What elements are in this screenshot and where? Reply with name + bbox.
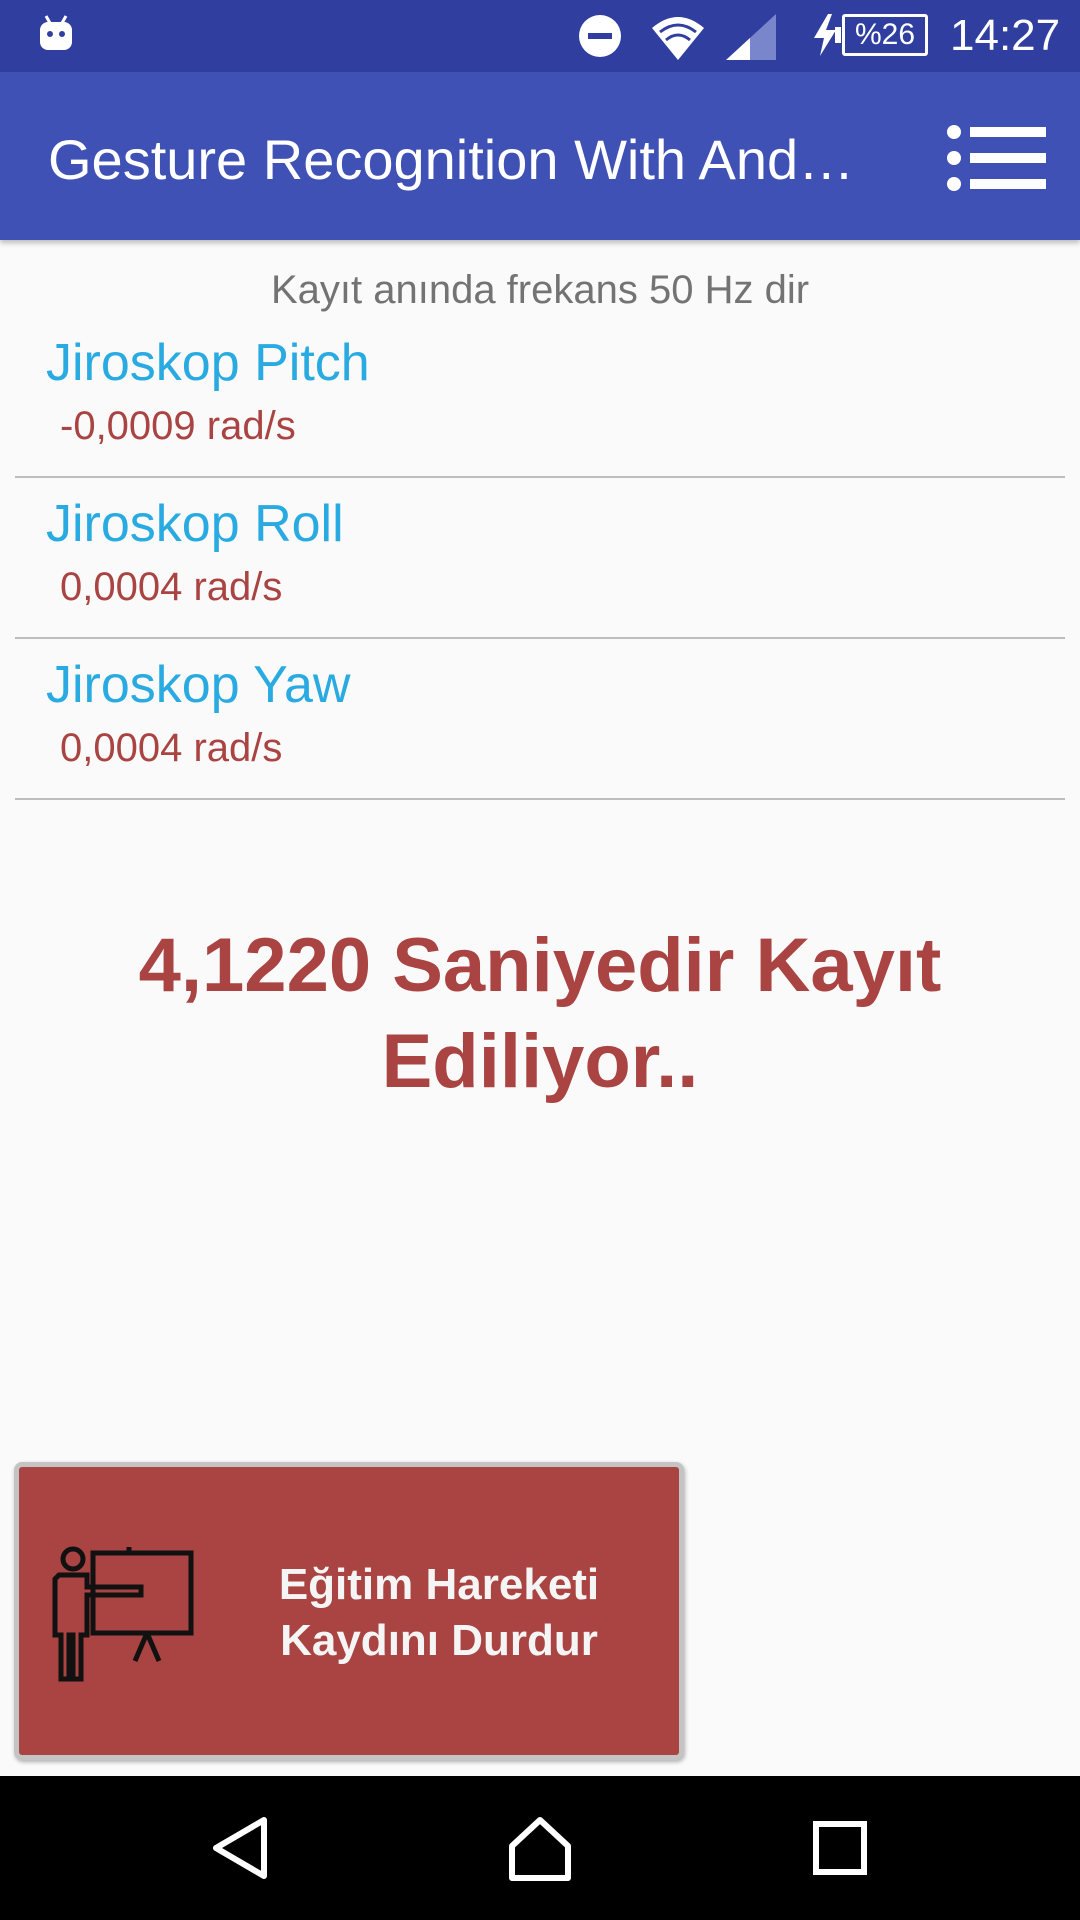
stop-button-label: Eğitim Hareketi Kaydını Durdur [229, 1557, 649, 1669]
app-bar: Gesture Recognition With Android [0, 72, 1080, 240]
sensor-name: Jiroskop Pitch [46, 334, 370, 392]
sensor-name: Jiroskop Roll [46, 495, 344, 553]
frequency-note: Kayıt anında frekans 50 Hz dir [270, 268, 810, 312]
stop-button-line1: Eğitim Hareketi [278, 1560, 600, 1609]
menu-list-icon[interactable] [944, 122, 1048, 194]
back-icon[interactable] [200, 1812, 280, 1884]
sensor-item-pitch: Jiroskop Pitch -0,0009 rad/s [15, 318, 1065, 478]
teacher-presentation-icon [52, 1546, 194, 1682]
status-bar: %26 14:27 [0, 0, 1080, 72]
cell-signal-icon [726, 14, 776, 60]
sensor-item-roll: Jiroskop Roll 0,0004 rad/s [15, 479, 1065, 639]
sensor-value: 0,0004 rad/s [60, 565, 283, 609]
recents-icon[interactable] [800, 1812, 880, 1884]
do-not-disturb-icon [579, 15, 621, 57]
sensor-name: Jiroskop Yaw [46, 656, 351, 714]
navigation-bar [0, 1776, 1080, 1920]
sensor-value: -0,0009 rad/s [60, 404, 296, 448]
sensor-item-yaw: Jiroskop Yaw 0,0004 rad/s [15, 640, 1065, 800]
recording-status: 4,1220 Saniyedir Kayıt Ediliyor.. [138, 923, 942, 1104]
app-title: Gesture Recognition With Android [48, 128, 868, 191]
stop-recording-button[interactable]: Eğitim Hareketi Kaydını Durdur [14, 1462, 684, 1760]
sensor-value: 0,0004 rad/s [60, 726, 283, 770]
stop-button-line2: Kaydını Durdur [280, 1616, 598, 1665]
android-icon [40, 15, 72, 50]
status-clock: 14:27 [950, 11, 1061, 60]
battery-icon: %26 [835, 14, 928, 56]
home-icon[interactable] [500, 1812, 580, 1884]
wifi-icon [652, 17, 704, 60]
